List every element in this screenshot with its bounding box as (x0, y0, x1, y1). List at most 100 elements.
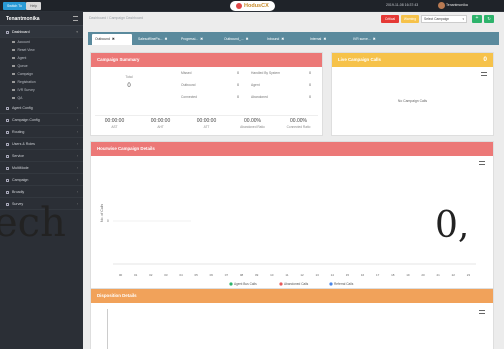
tab-1[interactable]: SalesofflinePa... ✖ (135, 34, 175, 44)
campaign-tabs: Outbound ✖ SalesofflinePa... ✖ Progressi... ✖… (88, 32, 499, 45)
close-icon[interactable]: ✖ (246, 37, 249, 41)
sidebar-subitem-label: Campaign (17, 72, 33, 76)
item-icon (12, 48, 15, 52)
main-content: Dashboard / Campaign Dashboard Critical … (83, 12, 504, 349)
sidebar-subitem[interactable]: Campaign (0, 70, 83, 78)
close-icon[interactable]: ✖ (373, 37, 376, 41)
y-axis-label: No. of Calls (100, 204, 104, 222)
top-bar: Switch To Help HodusCX 2019-11-08 16:37:… (0, 0, 504, 12)
sidebar-subitem[interactable]: IVR Survey (0, 86, 83, 94)
sidebar-subitem[interactable]: Agent (0, 54, 83, 62)
x-tick-label: 07 (225, 273, 229, 277)
legend-marker (279, 282, 283, 286)
sidebar-subitem-label: Reset View (17, 48, 35, 52)
sidebar-item[interactable]: Campaign Config › (0, 114, 83, 126)
avatar[interactable] (438, 2, 445, 9)
tab-3[interactable]: Outbound_... ✖ (221, 34, 261, 44)
logo-text: HodusCX (244, 3, 269, 9)
sidebar-item[interactable]: Agent Config › (0, 102, 83, 114)
item-icon (6, 190, 9, 194)
switch-button[interactable]: Switch To (3, 2, 26, 10)
summary-row: Outbound 0 (181, 83, 239, 87)
warning-button[interactable]: Warning (401, 15, 419, 23)
close-icon[interactable]: ✖ (200, 37, 203, 41)
menu-icon[interactable] (481, 72, 487, 76)
stat-label: Connected Ratio (286, 125, 311, 129)
sidebar-subitem[interactable]: QA (0, 94, 83, 102)
summary-row: Handled By System 0 (251, 71, 311, 75)
sidebar-item[interactable]: Users & Roles › (0, 138, 83, 150)
x-tick-label: 03 (164, 273, 168, 277)
summary-row: Missed 0 (181, 71, 239, 75)
item-icon (6, 154, 9, 158)
legend-marker (229, 282, 233, 286)
close-icon[interactable]: ✖ (112, 37, 115, 41)
sidebar-subitem-label: Queue (17, 64, 28, 68)
sidebar-item-label: Campaign (12, 178, 29, 182)
add-button[interactable]: + (472, 15, 482, 23)
summary-row-value: 0 (309, 83, 311, 87)
close-icon[interactable]: ✖ (164, 37, 167, 41)
tab-2[interactable]: Progressi... ✖ (178, 34, 218, 44)
chevron-right-icon: › (76, 142, 78, 146)
sidebar-item-label: Service (12, 154, 24, 158)
app-logo: HodusCX (230, 1, 275, 11)
stat-label: AST (111, 125, 118, 129)
stat-abandoned-ratio: 00.00% Abandoned Ratio (231, 118, 274, 129)
x-tick-label: 14 (331, 273, 335, 277)
tab-label: Outbound_... (224, 37, 244, 41)
tab-6[interactable]: IVR surve... ✖ (350, 34, 390, 44)
close-icon[interactable]: ✖ (281, 37, 284, 41)
sidebar-subitem[interactable]: Reset View (0, 46, 83, 54)
chevron-right-icon: › (76, 118, 78, 122)
sidebar-item[interactable]: Survey › (0, 198, 83, 210)
x-tick-label: 13 (316, 273, 320, 277)
user-menu[interactable]: Tenantmonika (446, 3, 468, 7)
tab-5[interactable]: Internal ✖ (307, 34, 347, 44)
item-icon (12, 56, 15, 60)
x-tick-label: 12 (300, 273, 304, 277)
stat-aht: 00:00:00 AHT (139, 118, 182, 129)
live-calls-count: 0 (483, 56, 487, 63)
chevron-right-icon: › (76, 154, 78, 158)
x-tick-label: 02 (149, 273, 153, 277)
campaign-select[interactable]: Select Campaign ▾ (421, 15, 467, 23)
sidebar-item-dashboard[interactable]: Dashboard ▾ (0, 26, 83, 38)
x-tick-label: 17 (376, 273, 380, 277)
x-tick-label: 15 (346, 273, 350, 277)
sidebar-item[interactable]: Broadly › (0, 186, 83, 198)
hourwise-card: Hourwise Campaign Details No. of Calls 0 0… (90, 141, 494, 292)
tab-4[interactable]: Inbound ✖ (264, 34, 304, 44)
clock-display: 2019-11-08 16:37:43 (386, 3, 419, 7)
x-tick-label: 23 (467, 273, 471, 277)
item-icon (6, 142, 9, 146)
x-tick-label: 01 (134, 273, 138, 277)
stat-label: AHT (157, 125, 164, 129)
card-title: Live Campaign Calls (332, 53, 493, 67)
sidebar-subitem[interactable]: Account (0, 38, 83, 46)
hamburger-icon[interactable] (73, 16, 78, 21)
summary-row: Abandoned 0 (251, 95, 311, 99)
chart-axis (107, 309, 108, 349)
x-tick-label: 04 (179, 273, 183, 277)
item-icon (6, 118, 9, 122)
sidebar-item[interactable]: MultiMode › (0, 162, 83, 174)
sidebar-subitem[interactable]: Queue (0, 62, 83, 70)
menu-icon[interactable] (479, 310, 485, 314)
sidebar-item[interactable]: Routing › (0, 126, 83, 138)
item-icon (6, 178, 9, 182)
close-icon[interactable]: ✖ (323, 37, 326, 41)
campaign-select-value: Select Campaign (424, 17, 450, 21)
sidebar-item[interactable]: Campaign › (0, 174, 83, 186)
refresh-button[interactable]: ↻ (484, 15, 494, 23)
live-calls-card: Live Campaign Calls 0 No Campaign Calls (331, 52, 494, 136)
stat-value: 00:00:00 (150, 118, 171, 124)
tab-0[interactable]: Outbound ✖ (92, 34, 132, 45)
help-button[interactable]: Help (26, 2, 42, 10)
sidebar-item-label: Routing (12, 130, 25, 134)
sidebar-item-label: Survey (12, 202, 24, 206)
sidebar-subitem[interactable]: Registration (0, 78, 83, 86)
critical-button[interactable]: Critical (381, 15, 399, 23)
sidebar-item[interactable]: Service › (0, 150, 83, 162)
summary-row-value: 0 (309, 95, 311, 99)
